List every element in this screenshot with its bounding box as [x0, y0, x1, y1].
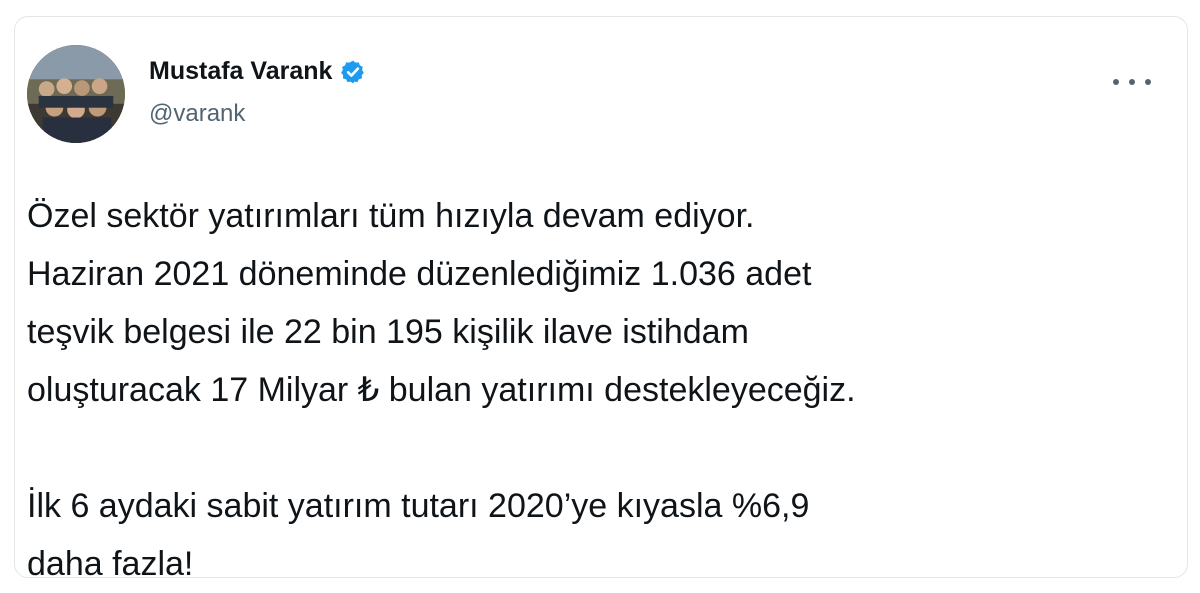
more-options-icon: [1113, 79, 1119, 85]
author-avatar[interactable]: [27, 45, 125, 143]
tweet-text: Özel sektör yatırımları tüm hızıyla deva…: [27, 187, 1177, 593]
more-options-button[interactable]: [1113, 71, 1151, 93]
verified-badge-icon: [341, 60, 365, 83]
tweet-line: teşvik belgesi ile 22 bin 195 kişilik il…: [27, 313, 749, 351]
avatar-photo-icon: [27, 45, 125, 143]
author-handle[interactable]: @varank: [149, 100, 245, 128]
author-name[interactable]: Mustafa Varank: [149, 57, 332, 86]
tweet-line: oluşturacak 17 Milyar ₺ bulan yatırımı d…: [27, 371, 856, 409]
tweet-line: daha fazla!: [27, 545, 194, 583]
tweet-line: Haziran 2021 döneminde düzenlediğimiz 1.…: [27, 255, 812, 293]
tweet-line: Özel sektör yatırımları tüm hızıyla deva…: [27, 197, 755, 235]
tweet-card[interactable]: Mustafa Varank @varank Özel sektör yatır…: [14, 16, 1188, 583]
tweet-line: İlk 6 aydaki sabit yatırım tutarı 2020’y…: [27, 487, 810, 525]
